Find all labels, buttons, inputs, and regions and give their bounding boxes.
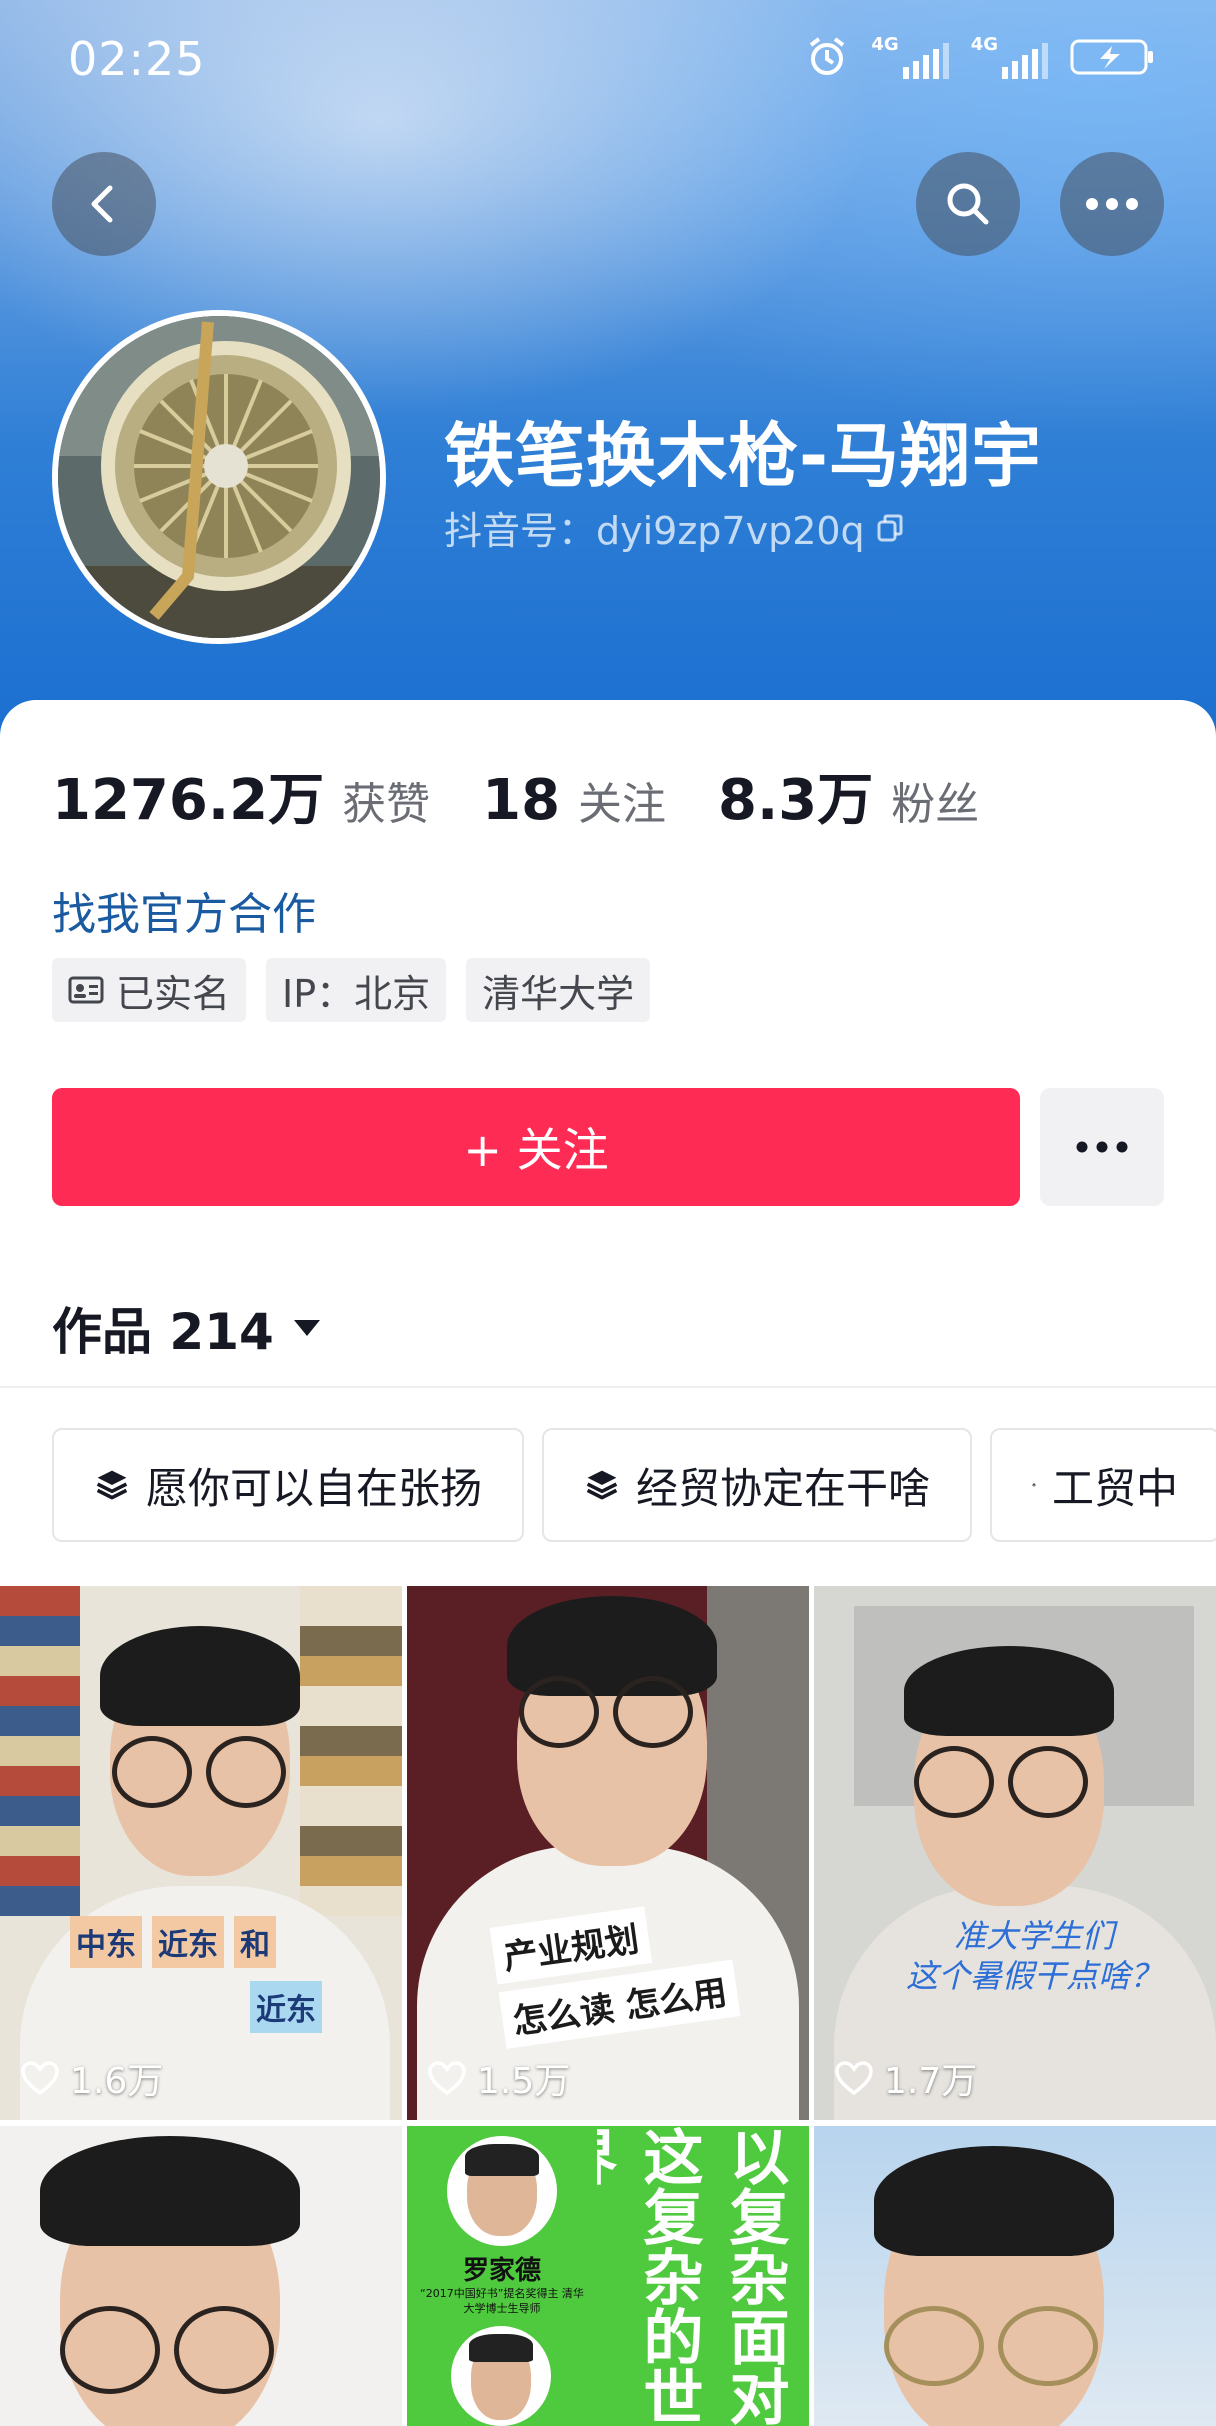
video-likes-count: 1.5万: [477, 2061, 571, 2102]
glasses: [884, 2306, 1098, 2386]
tag-school-label: 清华大学: [482, 971, 635, 1016]
video-caption: 中东 近东 和: [70, 1916, 276, 1968]
official-cooperation-link[interactable]: 找我官方合作: [52, 878, 316, 942]
layers-icon: [1032, 1483, 1036, 1487]
video-likes: 1.7万: [834, 2052, 977, 2104]
copy-icon[interactable]: [875, 512, 907, 544]
person-hair: [904, 1646, 1114, 1736]
works-label: 作品 214: [52, 1303, 274, 1361]
layers-icon: [96, 1470, 128, 1500]
tag-verified-label: 已实名: [116, 971, 231, 1016]
video-thumbnail[interactable]: 中东 近东 和 近东 1.6万: [0, 1586, 402, 2120]
id-card-icon: [68, 976, 104, 1004]
glasses: [112, 1736, 286, 1808]
caption-part: 近东: [250, 1981, 322, 2033]
alarm-icon: [810, 36, 845, 75]
douyin-id-row[interactable]: 抖音号：dyi9zp7vp20q: [444, 500, 907, 555]
follow-button-label: + 关注: [463, 1123, 609, 1177]
battery-icon: [1070, 39, 1153, 74]
caret-down-icon: [293, 1320, 320, 1336]
tag-ip-label: IP：北京: [282, 971, 431, 1016]
profile-tags: 已实名 IP：北京 清华大学: [52, 958, 651, 1022]
caption-line: 准大学生们: [953, 1917, 1114, 1955]
tag-ip: IP：北京: [266, 958, 447, 1022]
book-title: 以复杂面对这复杂的世界: [597, 2126, 789, 2426]
status-bar: 02:25 4G 4G: [0, 0, 1216, 120]
video-thumbnail[interactable]: [0, 2126, 402, 2426]
chevron-left-icon: [91, 185, 113, 223]
video-likes-count: 1.7万: [884, 2061, 978, 2102]
signal-4g-icon-2: 4G: [971, 34, 1048, 79]
caption-part: 近东: [152, 1916, 224, 1968]
person-hair: [40, 2136, 300, 2246]
likes-count: 1276.2万: [52, 768, 325, 833]
collection-item[interactable]: 工贸中: [990, 1428, 1216, 1542]
video-likes-count: 1.6万: [70, 2061, 164, 2102]
author-description: “2017中国好书”提名奖得主 清华大学博士生导师: [420, 2287, 584, 2315]
tag-verified: 已实名: [52, 958, 247, 1022]
bookshelf-right: [300, 1586, 402, 1916]
bookshelf-left: [0, 1586, 80, 1916]
glasses: [60, 2306, 274, 2394]
collection-label: 经贸协定在干啥: [635, 1463, 930, 1513]
following-label[interactable]: 关注: [578, 768, 666, 832]
caption-line: 这个暑假干点啥？: [905, 1957, 1162, 1995]
video-thumbnail[interactable]: 产业规划 怎么读 怎么用 1.5万: [407, 1586, 809, 2120]
followers-count[interactable]: 8.3万: [718, 755, 873, 836]
follow-more-button[interactable]: [1040, 1088, 1164, 1206]
more-horizontal-icon: [1086, 198, 1138, 210]
search-button[interactable]: [916, 152, 1020, 256]
caption-part: 中东: [70, 1916, 142, 1968]
collection-label: 工贸中: [1051, 1463, 1178, 1513]
caption-part: 和: [234, 1916, 276, 1968]
more-horizontal-icon: [1076, 1141, 1128, 1153]
status-time: 02:25: [68, 32, 206, 86]
works-tab[interactable]: 作品 214: [52, 1292, 322, 1364]
followers-label[interactable]: 粉丝: [891, 768, 979, 832]
person-hair: [100, 1626, 300, 1726]
video-likes: 1.6万: [20, 2052, 163, 2104]
heart-icon: [428, 2061, 466, 2096]
search-icon: [947, 183, 989, 225]
author-photo-2: [451, 2326, 551, 2426]
signal-4g-icon: 4G: [871, 34, 949, 79]
heart-icon: [21, 2061, 59, 2096]
following-count[interactable]: 18: [482, 768, 560, 833]
network-label-2: 4G: [970, 34, 998, 55]
glasses: [519, 1676, 693, 1748]
video-thumbnail[interactable]: [814, 2126, 1216, 2426]
video-thumbnail[interactable]: 罗家德 “2017中国好书”提名奖得主 清华大学博士生导师 以复杂面对这复杂的世…: [407, 2126, 809, 2426]
likes-label: 获赞: [342, 779, 431, 830]
network-label-1: 4G: [871, 34, 899, 55]
collection-item[interactable]: 愿你可以自在张扬: [52, 1428, 524, 1542]
tag-school[interactable]: 清华大学: [466, 958, 651, 1022]
stats-row: 1276.2万 获赞 18 关注 8.3万 粉丝: [52, 755, 1031, 836]
heart-icon: [835, 2061, 873, 2096]
divider: [0, 1386, 1216, 1388]
profile-name: 铁笔换木枪-马翔宇: [444, 415, 1043, 497]
avatar-wheel-image: [58, 316, 380, 638]
glasses: [914, 1746, 1088, 1818]
douyin-id-text: 抖音号：dyi9zp7vp20q: [444, 509, 865, 553]
author-photo: [447, 2136, 557, 2246]
back-button[interactable]: [52, 152, 156, 256]
collections-row: 愿你可以自在张扬 经贸协定在干啥 工贸中: [52, 1428, 1216, 1542]
collection-label: 愿你可以自在张扬: [145, 1463, 482, 1513]
video-likes: 1.5万: [427, 2052, 570, 2104]
status-icons: 4G 4G: [805, 34, 1156, 79]
avatar[interactable]: [52, 310, 386, 644]
more-options-button[interactable]: [1060, 152, 1164, 256]
collection-item[interactable]: 经贸协定在干啥: [542, 1428, 972, 1542]
video-thumbnail[interactable]: 准大学生们 这个暑假干点啥？ 1.7万: [814, 1586, 1216, 2120]
video-caption: 准大学生们 这个暑假干点啥？: [874, 1916, 1194, 1996]
layers-icon: [586, 1470, 618, 1500]
author-name: 罗家德: [462, 2256, 541, 2286]
follow-button[interactable]: + 关注: [52, 1088, 1020, 1206]
person-hair: [874, 2146, 1114, 2256]
